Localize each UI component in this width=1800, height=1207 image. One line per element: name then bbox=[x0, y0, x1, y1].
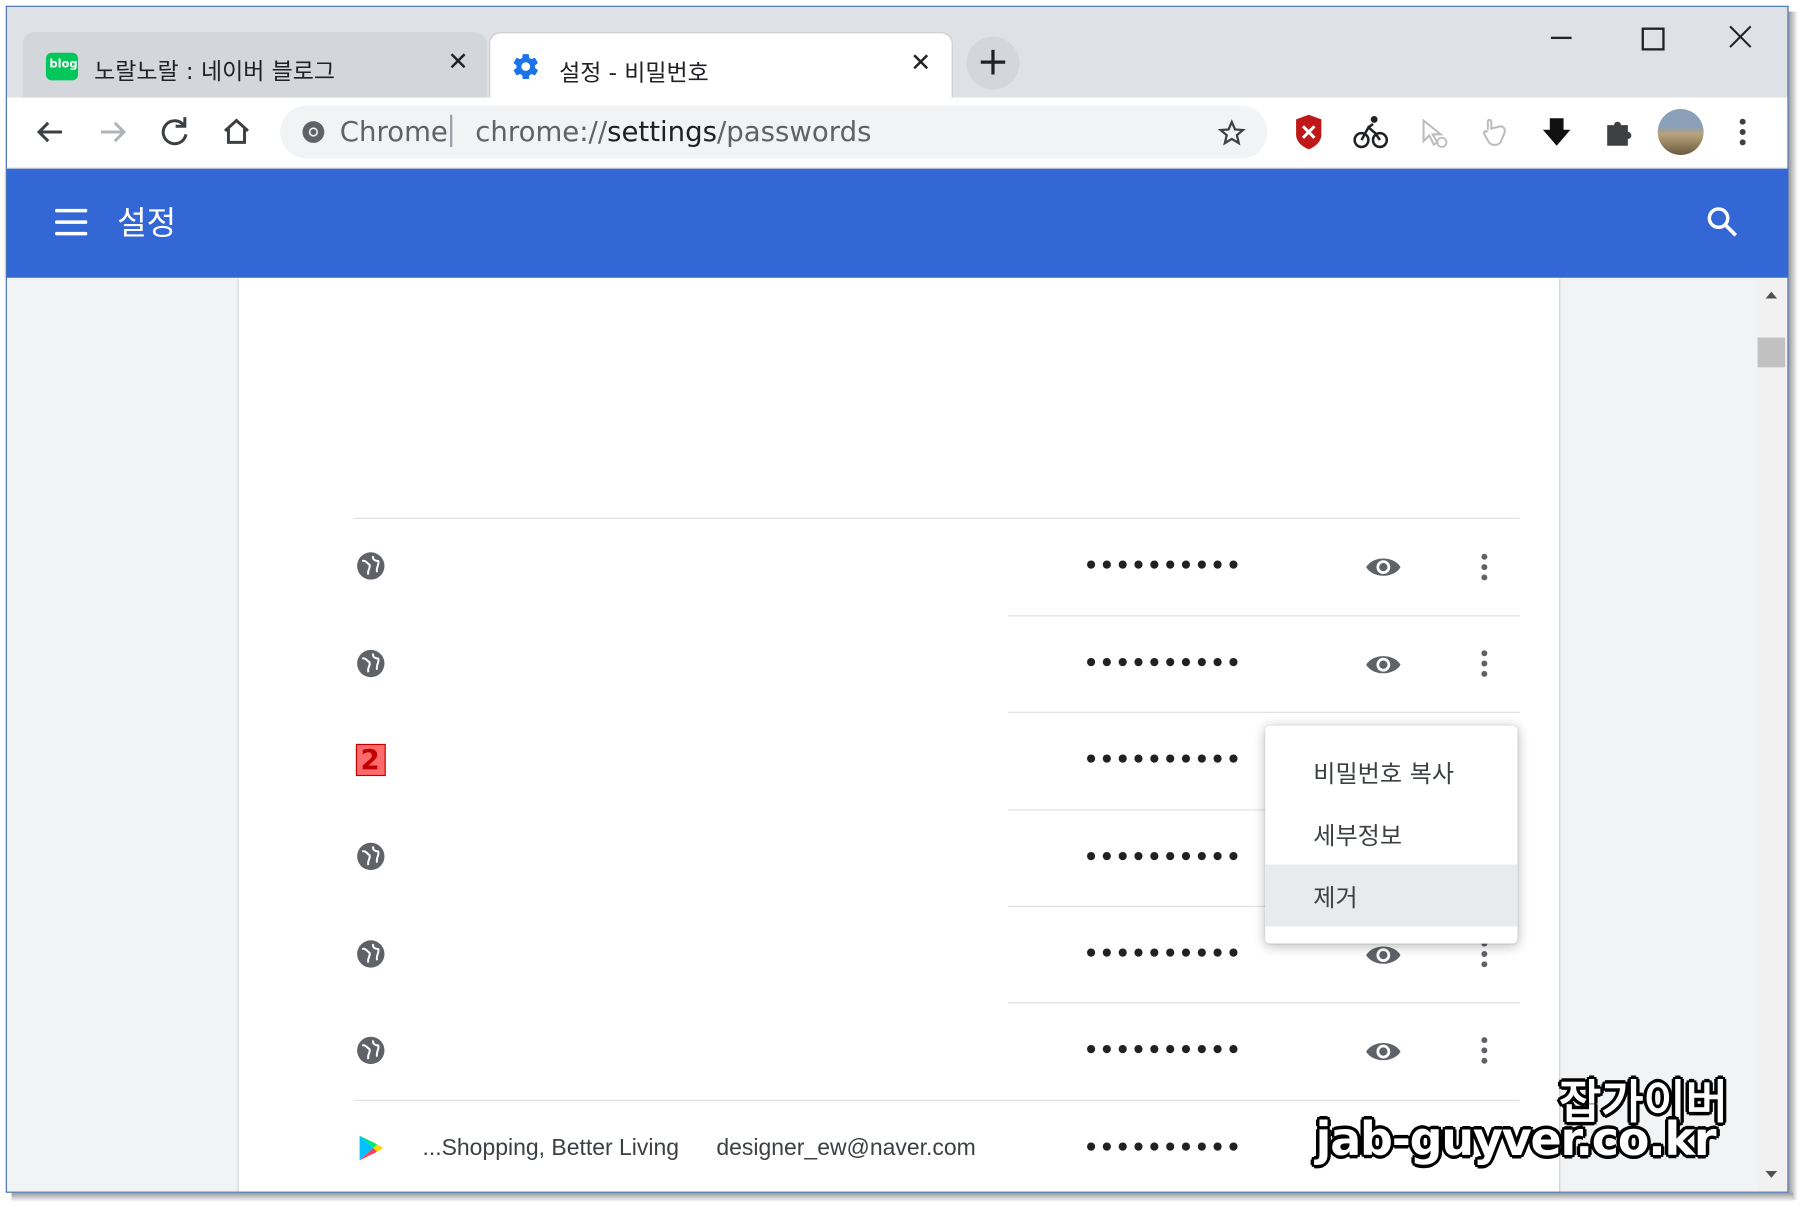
address-bar[interactable]: Chrome chrome://settings/passwords bbox=[280, 105, 1268, 159]
reload-button[interactable] bbox=[149, 107, 200, 158]
tab-strip: blog 노랄노랄 : 네이버 블로그 ✕ 설정 - 비밀번호 ✕ + bbox=[6, 6, 1789, 99]
menu-item-details[interactable]: 세부정보 bbox=[1265, 802, 1518, 864]
globe-icon bbox=[357, 1036, 385, 1065]
scroll-down-icon[interactable] bbox=[1764, 1169, 1778, 1180]
gear-icon bbox=[513, 54, 538, 80]
settings-header: 설정 bbox=[6, 168, 1789, 278]
site-name: ...Shopping, Better Living bbox=[422, 1135, 680, 1161]
download-extension-icon[interactable] bbox=[1534, 109, 1580, 155]
cyclist-extension-icon[interactable] bbox=[1348, 109, 1394, 155]
chrome-icon bbox=[302, 121, 325, 143]
minimize-button[interactable] bbox=[1536, 16, 1587, 62]
menu-dots-icon[interactable] bbox=[1720, 109, 1766, 155]
play-store-icon bbox=[359, 1135, 384, 1161]
menu-item-remove[interactable]: 제거 bbox=[1265, 864, 1518, 927]
show-password-eye-icon[interactable] bbox=[1364, 651, 1403, 679]
scroll-thumb[interactable] bbox=[1757, 337, 1786, 368]
window-shadow bbox=[1788, 11, 1798, 1200]
menu-item-copy-password[interactable]: 비밀번호 복사 bbox=[1265, 740, 1518, 802]
forward-button[interactable] bbox=[87, 107, 138, 158]
password-value: •••••••••• bbox=[1083, 648, 1242, 677]
password-value: •••••••••• bbox=[1083, 842, 1242, 871]
close-icon[interactable]: ✕ bbox=[906, 49, 936, 79]
browser-window: blog 노랄노랄 : 네이버 블로그 ✕ 설정 - 비밀번호 ✕ + Chro… bbox=[0, 0, 1800, 1207]
more-actions-icon[interactable] bbox=[1479, 551, 1490, 583]
mcafee-extension-icon[interactable] bbox=[1286, 109, 1332, 155]
avatar[interactable] bbox=[1657, 109, 1704, 155]
close-icon[interactable]: ✕ bbox=[443, 48, 473, 78]
hamburger-menu-icon[interactable] bbox=[55, 207, 89, 237]
globe-icon bbox=[357, 649, 385, 678]
new-tab-button[interactable]: + bbox=[966, 36, 1020, 90]
more-actions-icon[interactable] bbox=[1479, 647, 1490, 679]
show-password-eye-icon[interactable] bbox=[1364, 941, 1403, 969]
marker-2-icon: 2 bbox=[355, 743, 386, 777]
watermark-url: jab-guyver.co.kr bbox=[1315, 1113, 1717, 1167]
show-password-eye-icon[interactable] bbox=[1364, 1038, 1403, 1066]
tab-naver-blog[interactable]: blog 노랄노랄 : 네이버 블로그 ✕ bbox=[22, 32, 487, 98]
toolbar: Chrome chrome://settings/passwords bbox=[6, 97, 1789, 169]
password-actions-menu: 비밀번호 복사 세부정보 제거 bbox=[1265, 725, 1518, 944]
blog-favicon-icon: blog bbox=[45, 52, 79, 81]
page-title: 설정 bbox=[117, 204, 177, 243]
cursor-extension-icon[interactable] bbox=[1410, 109, 1456, 155]
secure-label: Chrome bbox=[339, 115, 448, 149]
password-value: •••••••••• bbox=[1083, 1133, 1242, 1161]
window-close-button[interactable] bbox=[1715, 16, 1766, 62]
more-actions-icon[interactable] bbox=[1479, 1034, 1490, 1066]
globe-icon bbox=[357, 842, 385, 871]
tab-title: 설정 - 비밀번호 bbox=[559, 58, 709, 87]
url-text: chrome://settings/passwords bbox=[475, 115, 872, 149]
password-value: •••••••••• bbox=[1083, 939, 1242, 967]
globe-icon bbox=[357, 940, 385, 968]
globe-icon bbox=[357, 552, 385, 580]
password-value: •••••••••• bbox=[1083, 551, 1242, 579]
hand-extension-icon[interactable] bbox=[1472, 109, 1518, 155]
tab-title: 노랄노랄 : 네이버 블로그 bbox=[94, 57, 336, 85]
password-value: •••••••••• bbox=[1083, 745, 1242, 773]
divider bbox=[450, 114, 453, 147]
puzzle-extension-icon[interactable] bbox=[1596, 109, 1642, 155]
window-shadow bbox=[11, 1192, 1794, 1202]
scrollbar[interactable] bbox=[1756, 277, 1789, 1193]
bookmark-star-icon[interactable] bbox=[1217, 118, 1247, 148]
search-icon[interactable] bbox=[1704, 203, 1743, 242]
close-icon bbox=[1729, 25, 1752, 48]
tab-settings-passwords[interactable]: 설정 - 비밀번호 ✕ bbox=[489, 32, 953, 99]
password-value: •••••••••• bbox=[1083, 1035, 1242, 1064]
show-password-eye-icon[interactable] bbox=[1364, 553, 1403, 581]
home-button[interactable] bbox=[211, 107, 262, 158]
scroll-up-icon[interactable] bbox=[1764, 289, 1778, 300]
maximize-button[interactable] bbox=[1626, 16, 1677, 62]
username: designer_ew@naver.com bbox=[716, 1135, 976, 1161]
back-button[interactable] bbox=[25, 107, 76, 158]
